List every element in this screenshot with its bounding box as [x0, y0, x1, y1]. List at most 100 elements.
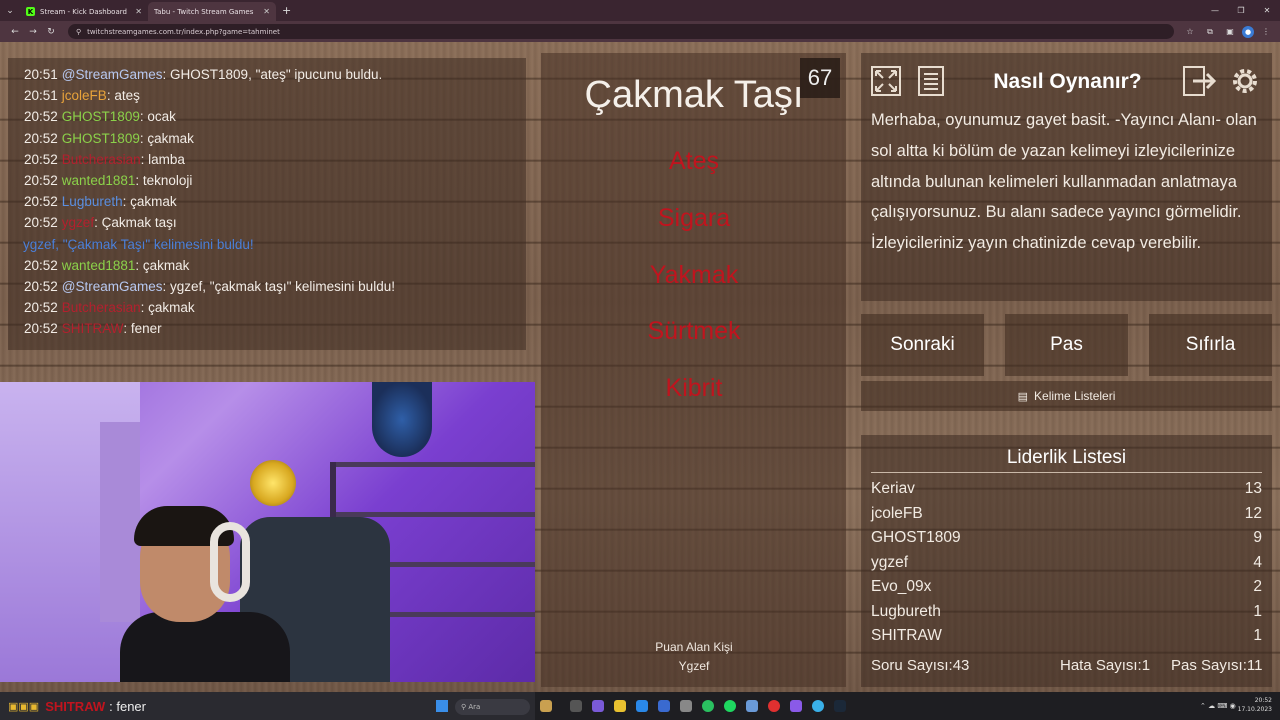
taboo-word: Sigara [657, 204, 731, 232]
ticker-text: : fener [109, 698, 146, 714]
bookmark-star-icon[interactable]: ☆ [1182, 27, 1198, 36]
browser-tab-bar: ⌄ K Stream - Kick Dashboard ✕ Tabu - Twi… [0, 0, 1280, 21]
close-icon[interactable]: ✕ [135, 7, 142, 16]
chat-message: 20:52 wanted1881: çakmak [24, 257, 190, 273]
new-tab-button[interactable]: + [282, 4, 291, 17]
taskbar-app-icon[interactable] [790, 700, 802, 712]
chat-message: 20:52 Butcherasian: çakmak [24, 300, 195, 316]
fullscreen-icon [871, 66, 901, 96]
taboo-word: Ateş [668, 147, 720, 175]
webcam-feed [0, 382, 535, 682]
exit-button[interactable] [1181, 62, 1219, 100]
taboo-word: Yakmak [649, 261, 739, 289]
webcam-logo-shield [372, 382, 432, 457]
document-icon [918, 66, 944, 96]
chat-message: 20:52 @StreamGames: ygzef, "çakmak taşı" … [24, 278, 395, 294]
folder-icon[interactable] [614, 700, 626, 712]
taboo-word: Sürtmek [647, 317, 741, 345]
ticker-user: SHITRAW [45, 698, 106, 714]
taskbar-app-icon[interactable] [592, 700, 604, 712]
next-button[interactable]: Sonraki [861, 314, 984, 376]
profile-avatar[interactable]: ● [1242, 25, 1254, 38]
tab-label: Stream - Kick Dashboard [40, 7, 127, 16]
url-input[interactable]: ⚲ twitchstreamgames.com.tr/index.php?gam… [68, 24, 1174, 39]
leaderboard-row: ygzef 4 [871, 553, 1262, 571]
windows-start-icon[interactable] [436, 700, 448, 712]
leaderboard-title: Liderlik Listesi [1006, 447, 1127, 468]
chat-message: 20:52 GHOST1809: çakmak [24, 130, 194, 146]
chat-panel: 20:51 @StreamGames: GHOST1809, "ateş" ipu… [8, 58, 526, 350]
badge-icons: ▣▣▣ [8, 700, 40, 713]
scorer-label: Puan Alan Kişi [655, 640, 733, 654]
taskbar-search[interactable]: ⚲ Ara [455, 699, 530, 715]
settings-button[interactable] [1226, 62, 1264, 100]
url-text: twitchstreamgames.com.tr/index.php?game=… [87, 27, 280, 36]
exit-icon [1183, 66, 1217, 96]
forward-icon[interactable]: → [24, 27, 42, 37]
reload-icon[interactable]: ↻ [42, 27, 60, 37]
webcam-streamer [120, 506, 290, 682]
leaderboard-divider [871, 472, 1262, 473]
taskbar-app-icon[interactable] [680, 700, 692, 712]
pass-button[interactable]: Pas [1005, 314, 1128, 376]
notepad-icon: ▤ [1017, 390, 1029, 403]
extensions-icon[interactable]: ⧉ [1202, 27, 1218, 37]
close-icon[interactable]: ✕ [263, 7, 270, 16]
webcam-lamp [250, 460, 296, 506]
taskbar-app-icon[interactable] [746, 700, 758, 712]
error-count: Hata Sayısı:1 [1060, 657, 1151, 674]
taskbar-app-icon[interactable] [658, 700, 670, 712]
tray-icons[interactable]: ⌃ ☁ ⌨ ◉ [1200, 702, 1236, 710]
tab-label: Tabu - Twitch Stream Games [154, 7, 254, 16]
chat-message: 20:51 jcoleFB: ateş [24, 88, 140, 104]
how-to-play-text: Merhaba, oyunumuz gayet basit. -Yayıncı … [871, 111, 1257, 253]
leaderboard-row: Lugbureth 1 [871, 602, 1262, 620]
leaderboard-row: Evo_09x 2 [871, 578, 1262, 595]
chat-message: 20:52 ygzef: Çakmak taşı [24, 215, 177, 231]
chrome-icon[interactable] [812, 700, 824, 712]
chat-message: 20:52 SHITRAW: fener [24, 321, 162, 337]
word-lists-label: Kelime Listeleri [1034, 389, 1116, 403]
taskbar-app-icon[interactable] [570, 700, 582, 712]
maximize-icon[interactable]: ❐ [1228, 6, 1254, 15]
leaderboard-row: jcoleFB 12 [871, 504, 1262, 522]
kick-icon: K [26, 7, 35, 16]
reset-button[interactable]: Sıfırla [1149, 314, 1272, 376]
chat-notice: ygzef, "Çakmak Taşı" kelimesini buldu! [23, 236, 254, 252]
how-to-play-title: Nasıl Oynanır? [993, 70, 1142, 93]
chat-message: 20:52 Butcherasian: lamba [24, 151, 185, 167]
gear-icon [1233, 69, 1257, 93]
sidebar-icon[interactable]: ▣ [1222, 27, 1238, 36]
tab-search-icon[interactable]: ⌄ [0, 0, 20, 21]
taskbar-app-icon[interactable] [768, 700, 780, 712]
address-bar-row: ← → ↻ ⚲ twitchstreamgames.com.tr/index.p… [0, 21, 1280, 42]
chat-message: 20:52 GHOST1809: ocak [24, 109, 176, 125]
taskbar-app-icon[interactable] [540, 700, 552, 712]
leaderboard-row: GHOST1809 9 [871, 529, 1262, 546]
question-count: Soru Sayısı:43 [871, 657, 970, 674]
chat-message: 20:51 @StreamGames: GHOST1809, "ateş" ipu… [24, 67, 383, 82]
steam-icon[interactable] [834, 700, 846, 712]
site-info-icon[interactable]: ⚲ [76, 28, 81, 36]
chat-message: 20:52 wanted1881: teknoloji [24, 172, 193, 188]
scorer-name: Ygzef [678, 659, 710, 673]
tab-tabu-game[interactable]: Tabu - Twitch Stream Games ✕ [148, 2, 276, 21]
pass-count: Pas Sayısı:11 [1171, 657, 1263, 674]
menu-icon[interactable]: ⋮ [1258, 27, 1274, 36]
fullscreen-button[interactable] [867, 62, 905, 100]
taskbar-clock[interactable]: 20:52 17.10.2023 [1238, 696, 1272, 714]
back-icon[interactable]: ← [6, 27, 24, 37]
leaderboard-row: SHITRAW 1 [871, 627, 1262, 644]
taboo-word: Kibrit [665, 374, 723, 402]
word-lists-button[interactable]: ▤ Kelime Listeleri [861, 381, 1272, 411]
whatsapp-icon[interactable] [702, 700, 714, 712]
leaderboard-row: Keriav 13 [871, 480, 1262, 497]
close-window-icon[interactable]: ✕ [1254, 6, 1280, 15]
chat-message: 20:52 Lugbureth: çakmak [24, 194, 177, 210]
notes-button[interactable] [912, 62, 950, 100]
minimize-icon[interactable]: — [1202, 6, 1228, 15]
spotify-icon[interactable] [724, 700, 736, 712]
target-word: Çakmak Taşı [584, 74, 804, 116]
tab-kick-dashboard[interactable]: K Stream - Kick Dashboard ✕ [20, 2, 148, 21]
taskbar-app-icon[interactable] [636, 700, 648, 712]
